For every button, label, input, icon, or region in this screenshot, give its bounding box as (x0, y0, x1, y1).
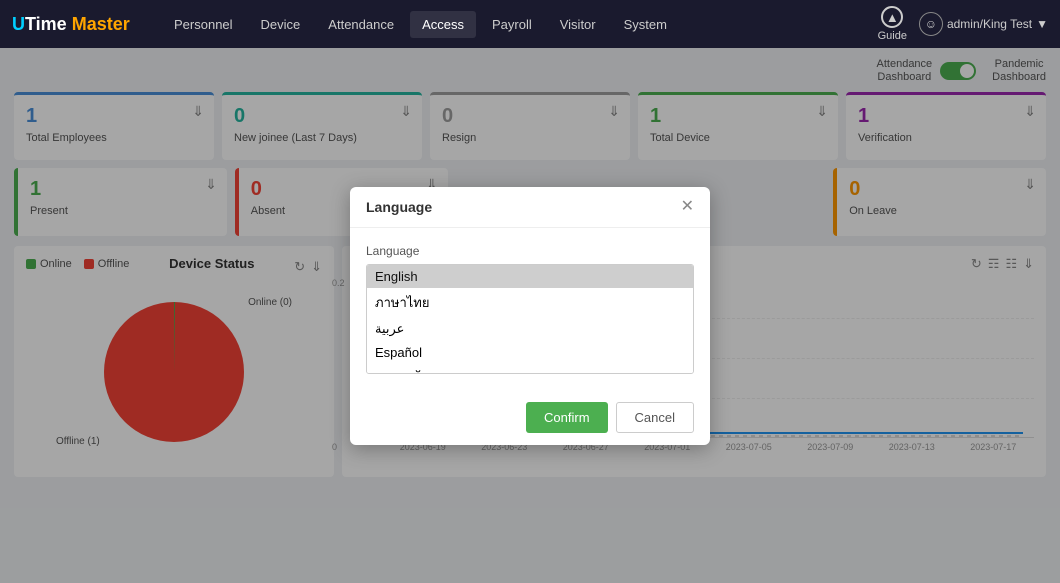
nav-item-device[interactable]: Device (249, 11, 313, 38)
main-content: AttendanceDashboard PandemicDashboard 1 … (0, 48, 1060, 583)
guide-icon: ▲ (881, 6, 903, 28)
logo-u: U (12, 14, 25, 35)
nav-item-system[interactable]: System (612, 11, 679, 38)
lang-option-arabic[interactable]: عربية (367, 317, 693, 341)
language-field-label: Language (366, 244, 694, 258)
nav-item-visitor[interactable]: Visitor (548, 11, 608, 38)
navbar: UTime Master Personnel Device Attendance… (0, 0, 1060, 48)
nav-item-payroll[interactable]: Payroll (480, 11, 544, 38)
user-menu[interactable]: ☺ admin/King Test ▼ (919, 12, 1048, 36)
modal-close-button[interactable]: ✕ (681, 199, 694, 215)
user-avatar: ☺ (919, 12, 943, 36)
nav-item-access[interactable]: Access (410, 11, 476, 38)
user-dropdown-icon: ▼ (1036, 17, 1048, 31)
logo-master: Master (72, 14, 130, 35)
nav-item-attendance[interactable]: Attendance (316, 11, 406, 38)
confirm-button[interactable]: Confirm (526, 402, 608, 433)
modal-title: Language (366, 199, 432, 215)
user-name: admin/King Test (947, 17, 1032, 31)
modal-footer: Confirm Cancel (350, 390, 710, 445)
guide-label: Guide (878, 30, 907, 42)
nav-item-personnel[interactable]: Personnel (162, 11, 245, 38)
lang-option-russian[interactable]: русский язык (367, 364, 693, 374)
lang-option-spanish[interactable]: Español (367, 341, 693, 364)
language-select[interactable]: English ภาษาไทย عربية Español русский яз… (366, 264, 694, 374)
logo-time: Time (25, 14, 67, 35)
modal-header: Language ✕ (350, 187, 710, 228)
nav-right: ▲ Guide ☺ admin/King Test ▼ (878, 6, 1048, 42)
app-logo[interactable]: UTime Master (12, 14, 142, 35)
lang-option-english[interactable]: English (367, 265, 693, 288)
guide-button[interactable]: ▲ Guide (878, 6, 907, 42)
lang-option-thai[interactable]: ภาษาไทย (367, 288, 693, 317)
modal-overlay[interactable]: Language ✕ Language English ภาษาไทย عربي… (0, 48, 1060, 583)
modal-body: Language English ภาษาไทย عربية Español р… (350, 228, 710, 390)
nav-menu: Personnel Device Attendance Access Payro… (162, 11, 858, 38)
language-modal: Language ✕ Language English ภาษาไทย عربي… (350, 187, 710, 445)
cancel-button[interactable]: Cancel (616, 402, 694, 433)
